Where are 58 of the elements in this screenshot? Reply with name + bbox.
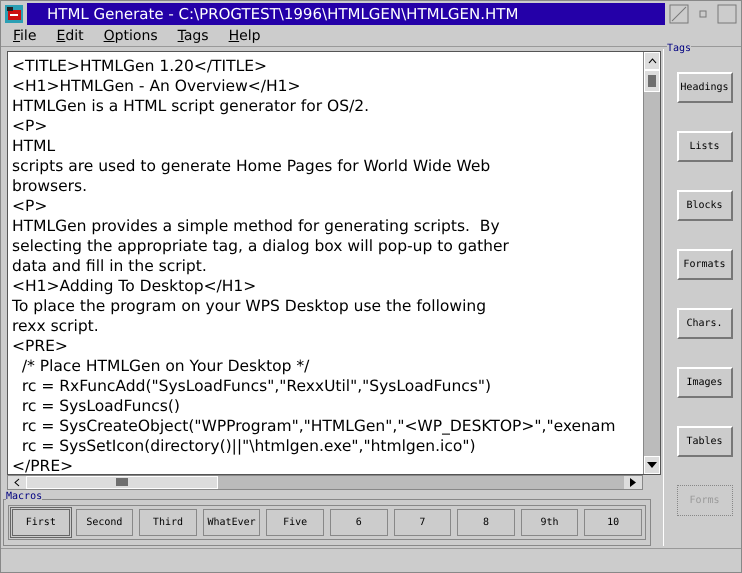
menu-item[interactable]: Edit — [56, 26, 84, 47]
text-line: <TITLE>HTMLGen 1.20</TITLE> — [12, 56, 268, 76]
text-line: /* Place HTMLGen on Your Desktop */ — [20, 356, 310, 376]
group-label: Tags — [667, 43, 692, 55]
menu-item[interactable]: Tags — [178, 26, 209, 47]
macro-button[interactable]: First — [12, 508, 70, 536]
tag-button[interactable]: Blocks — [676, 190, 732, 221]
text-line: browsers. — [12, 176, 88, 196]
menu-item[interactable]: Options — [104, 26, 158, 47]
scroll-thumb-icon[interactable] — [116, 478, 128, 486]
macro-button[interactable]: 10 — [584, 508, 642, 536]
maximize-icon[interactable] — [717, 4, 737, 24]
vertical-scrollbar[interactable] — [643, 52, 660, 474]
text-line: rc = SysSetIcon(directory()||"\htmlgen.exe","htmlgen.ico") — [20, 436, 477, 456]
text-line: <H1>HTMLGen - An Overview</H1> — [12, 76, 302, 96]
scroll-up-icon[interactable] — [648, 58, 656, 64]
macro-button[interactable]: Third — [139, 508, 197, 536]
scroll-right-icon[interactable] — [630, 478, 636, 487]
window-title: HTML Generate - C:\PROGTEST\1996\HTMLGEN\HTMLGEN.HTM — [27, 3, 665, 25]
minimize-icon[interactable] — [669, 4, 689, 24]
text-line: rc = SysLoadFuncs() — [20, 396, 181, 416]
macro-button[interactable]: WhatEver — [202, 508, 260, 536]
text-line: <P> — [12, 196, 48, 216]
app-icon[interactable] — [5, 5, 23, 23]
tag-button[interactable]: Images — [676, 367, 732, 398]
text-line: HTMLGen provides a simple method for generating scripts. By — [12, 216, 501, 236]
text-line: HTML — [12, 136, 56, 156]
text-line: <P> — [12, 116, 48, 136]
macro-button[interactable]: Five — [266, 508, 324, 536]
macro-button[interactable]: Second — [76, 508, 134, 536]
macro-button[interactable]: 7 — [394, 508, 452, 536]
tag-button[interactable]: Tables — [676, 426, 732, 457]
tag-button[interactable]: Chars. — [676, 308, 732, 339]
text-line: scripts are used to generate Home Pages for World Wide Web — [12, 156, 492, 176]
menu-item[interactable]: File — [13, 26, 36, 47]
text-line: rc = SysCreateObject("WPProgram","HTMLGen","<WP_DESKTOP>","exenam — [20, 416, 616, 436]
text-line: rc = RxFuncAdd("SysLoadFuncs","RexxUtil","SysLoadFuncs") — [20, 376, 492, 396]
group-label: Macros — [6, 490, 42, 503]
macro-button[interactable]: 6 — [330, 508, 388, 536]
text-line: To place the program on your WPS Desktop use the following — [12, 296, 488, 316]
text-line: HTMLGen is a HTML script generator for OS/2. — [12, 96, 370, 116]
tag-button[interactable]: Headings — [676, 72, 732, 103]
text-line: selecting the appropriate tag, a dialog box will pop-up to gather — [12, 236, 510, 256]
horizontal-scrollbar[interactable] — [7, 475, 643, 490]
macro-button[interactable]: 9th — [520, 508, 578, 536]
text-line: rexx script. — [12, 316, 100, 336]
macro-button[interactable]: 8 — [457, 508, 515, 536]
tag-button[interactable]: Formats — [676, 249, 732, 280]
text-line: data and fill in the script. — [12, 256, 208, 276]
scroll-down-icon[interactable] — [647, 462, 657, 468]
text-line: <H1>Adding To Desktop</H1> — [12, 276, 258, 296]
scroll-left-icon[interactable] — [14, 478, 20, 487]
text-line: <PRE> — [12, 336, 69, 356]
text-line: </PRE> — [12, 456, 74, 474]
text-editor[interactable] — [8, 52, 643, 474]
tag-button[interactable]: Lists — [676, 131, 732, 162]
menu-item[interactable]: Help — [228, 26, 261, 47]
scroll-thumb-icon[interactable] — [648, 75, 656, 87]
